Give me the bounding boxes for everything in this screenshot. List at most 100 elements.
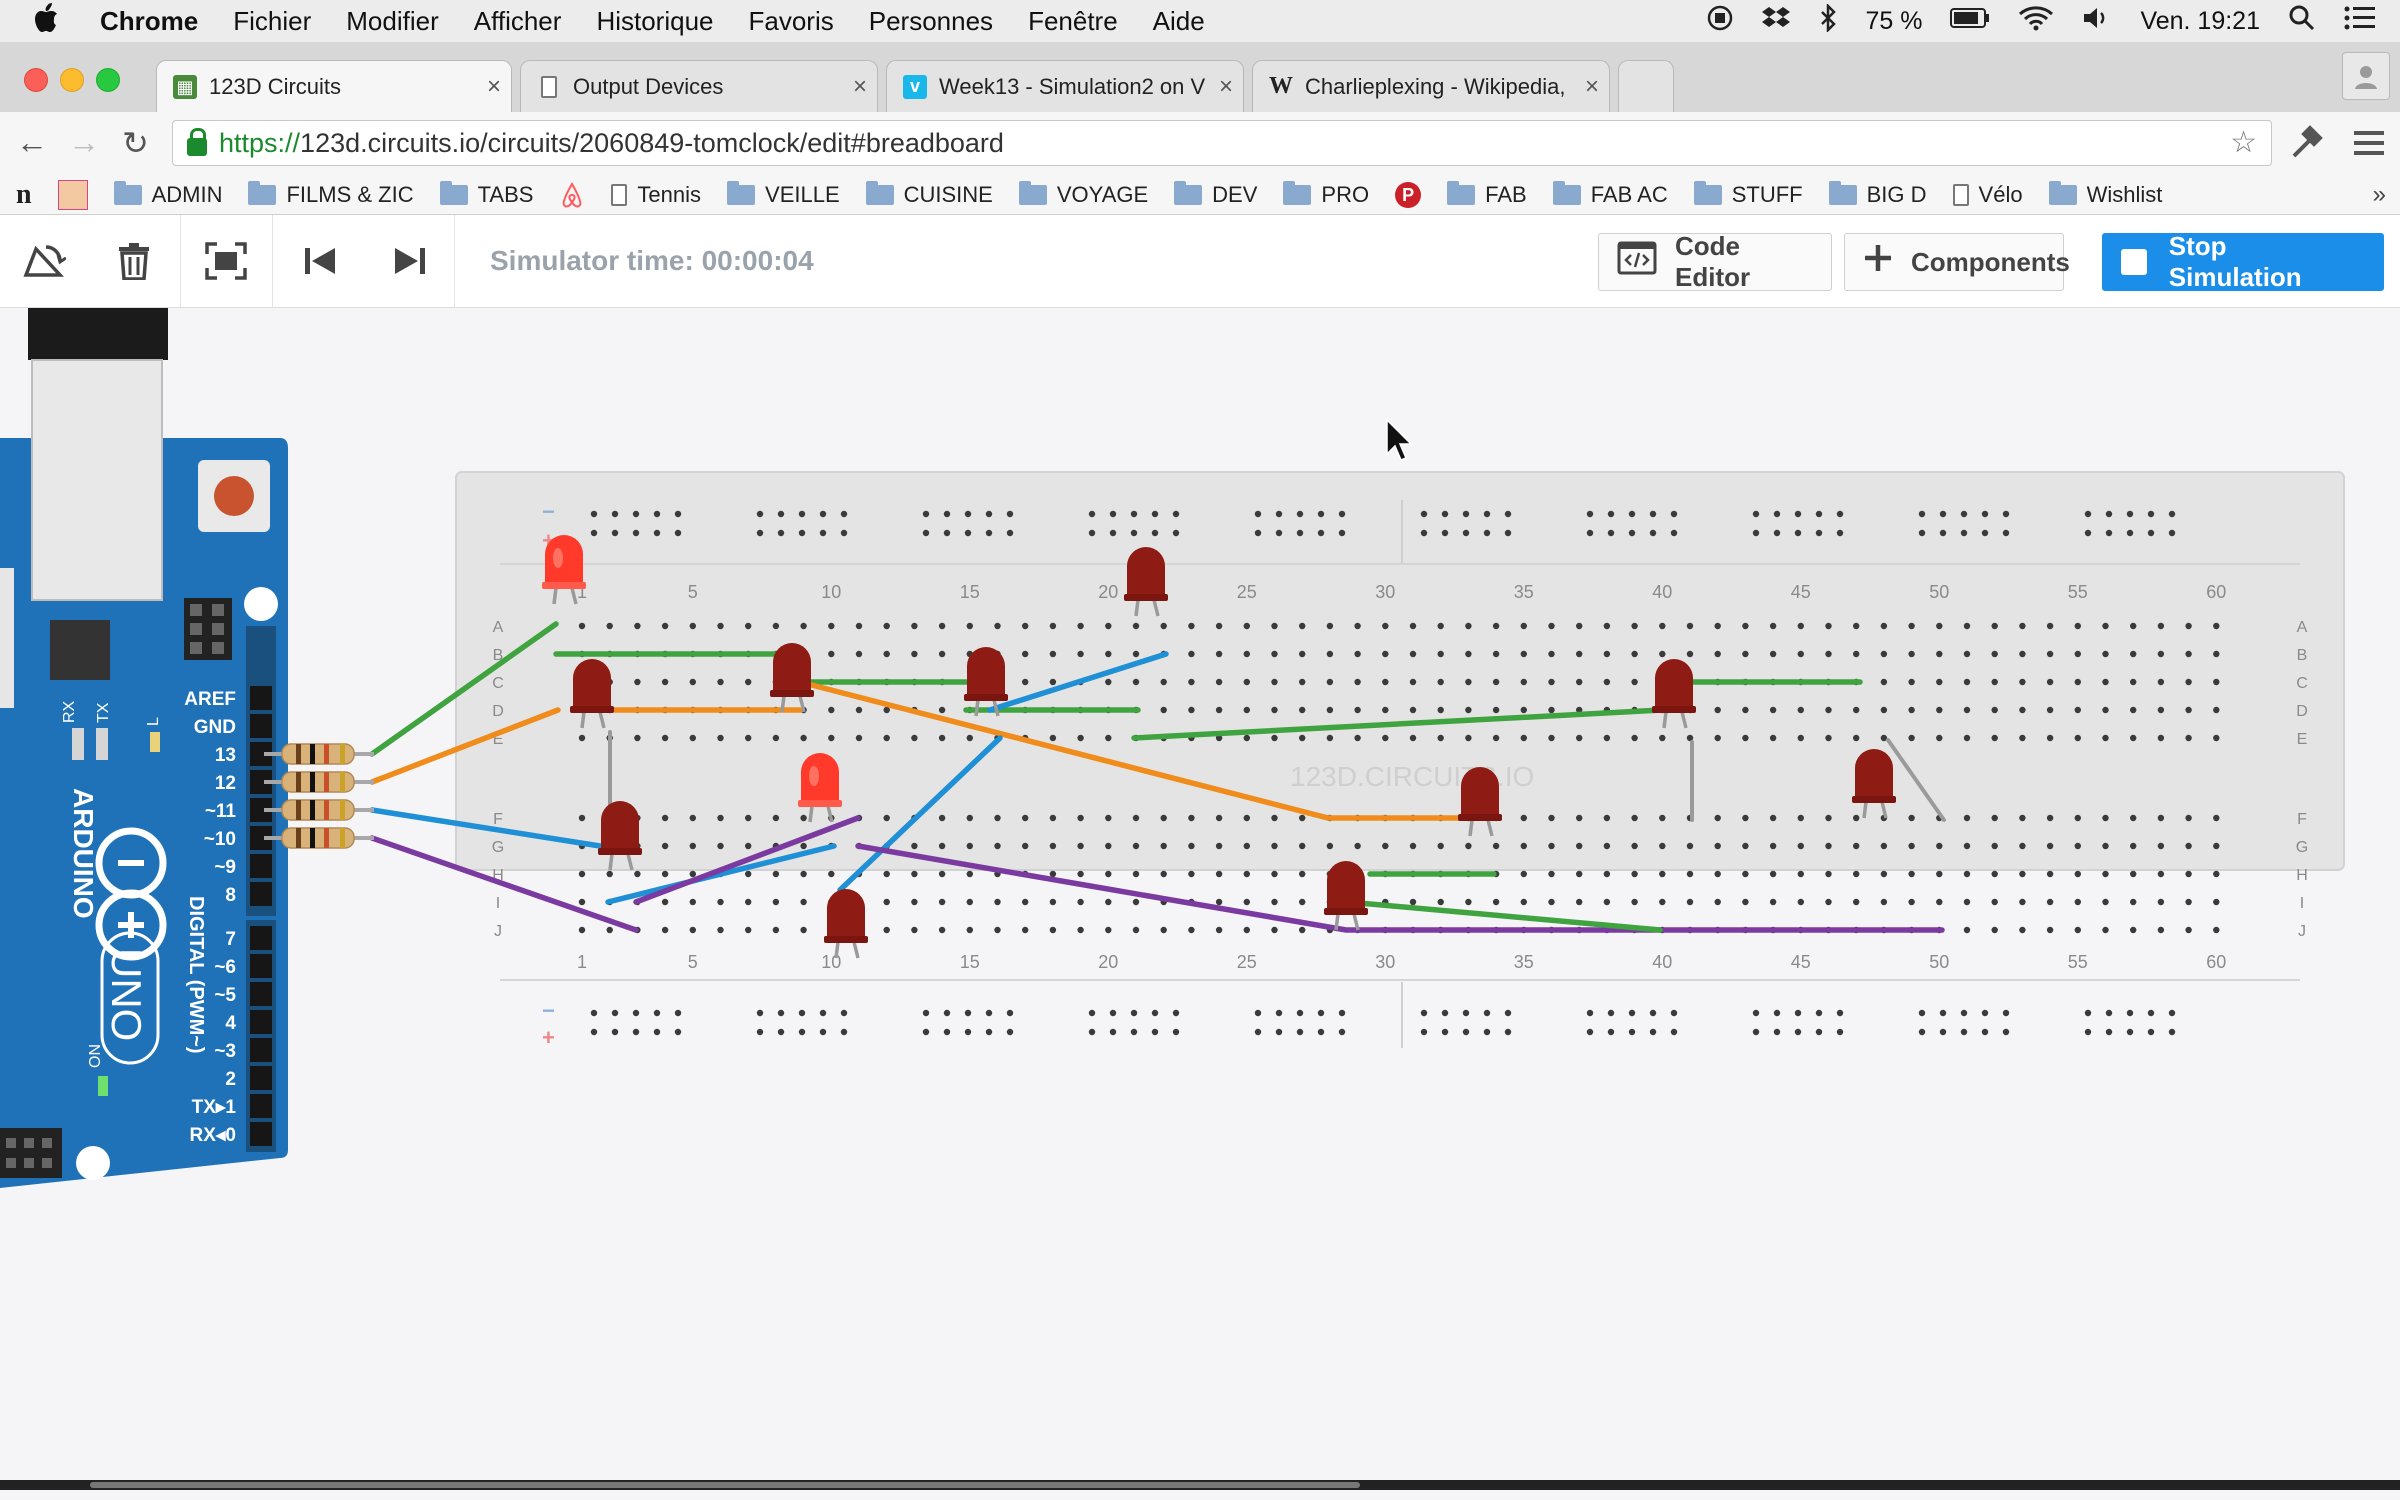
window-zoom-button[interactable] xyxy=(96,68,120,92)
rail-hole xyxy=(2002,1009,2010,1017)
bookmark-label: VOYAGE xyxy=(1056,182,1149,207)
breadboard-hole xyxy=(938,926,946,934)
notification-center-icon[interactable] xyxy=(2344,5,2376,38)
circuit-svg[interactable]: RX TX L ON ARDUINO UNO DIGITAL (PWM~) AR… xyxy=(0,308,2400,1480)
breadboard-canvas[interactable]: RX TX L ON ARDUINO UNO DIGITAL (PWM~) AR… xyxy=(0,308,2400,1490)
rail-hole xyxy=(1939,510,1947,518)
window-close-button[interactable] xyxy=(24,68,48,92)
bookmark-folder-cuisine[interactable]: CUISINE xyxy=(865,181,993,208)
tab-close-icon[interactable]: × xyxy=(477,73,511,101)
bookmark-tennis[interactable]: Tennis xyxy=(611,182,701,208)
spotlight-search-icon[interactable] xyxy=(2288,4,2316,39)
breadboard-hole xyxy=(1908,814,1915,822)
components-button[interactable]: Components xyxy=(1844,233,2070,291)
bookmark-airbnb[interactable] xyxy=(559,181,585,209)
dropbox-icon[interactable] xyxy=(1761,5,1791,38)
menu-modifier[interactable]: Modifier xyxy=(346,6,438,37)
rail-hole xyxy=(1752,1028,1760,1036)
bookmark-folder-fab-ac[interactable]: FAB AC xyxy=(1552,181,1668,208)
menu-aide[interactable]: Aide xyxy=(1153,6,1205,37)
horizontal-scrollbar[interactable] xyxy=(0,1480,2400,1490)
rail-hole xyxy=(1462,1028,1470,1036)
bookmark-folder-pro[interactable]: PRO xyxy=(1283,181,1370,208)
tab-close-icon[interactable]: × xyxy=(1209,73,1243,101)
bluetooth-icon[interactable] xyxy=(1819,2,1837,39)
breadboard-hole xyxy=(772,898,780,906)
bookmark-folder-big-d[interactable]: BIG D xyxy=(1828,181,1927,208)
breadboard-hole xyxy=(1825,650,1832,658)
chrome-menu-icon[interactable] xyxy=(2354,128,2384,163)
battery-percent[interactable]: 75 % xyxy=(1865,7,1922,36)
tab-close-icon[interactable]: × xyxy=(1575,73,1609,101)
trash-icon[interactable] xyxy=(110,237,158,285)
tab-123d-circuits[interactable]: ▦ 123D Circuits × xyxy=(156,60,512,113)
arduino-uno[interactable]: RX TX L ON ARDUINO UNO DIGITAL (PWM~) AR… xyxy=(0,308,288,1188)
bookmarks-overflow-chevron-icon[interactable]: » xyxy=(2373,181,2386,209)
menu-afficher[interactable]: Afficher xyxy=(474,6,562,37)
menu-favoris[interactable]: Favoris xyxy=(749,6,834,37)
window-minimize-button[interactable] xyxy=(60,68,84,92)
breadboard-hole xyxy=(1742,842,1749,850)
led[interactable] xyxy=(1324,861,1368,931)
step-back-icon[interactable] xyxy=(296,237,344,285)
bookmark-notion[interactable]: n xyxy=(16,179,32,211)
rail-hole xyxy=(819,1028,827,1036)
rail-hole xyxy=(590,1028,598,1036)
back-arrow-icon[interactable]: ← xyxy=(16,124,48,161)
header-strip xyxy=(246,626,276,916)
stop-simulation-button[interactable]: Stop Simulation xyxy=(2102,231,2384,292)
rail-hole xyxy=(1483,529,1491,537)
forward-arrow-icon[interactable]: → xyxy=(68,124,100,161)
bookmark-folder-voyage[interactable]: VOYAGE xyxy=(1018,181,1149,208)
rail-hole xyxy=(1462,529,1470,537)
tab-week13-simulation[interactable]: v Week13 - Simulation2 on V × xyxy=(886,60,1244,112)
bookmark-folder-admin[interactable]: ADMIN xyxy=(113,181,222,208)
bookmark-pinterest[interactable]: P xyxy=(1395,182,1422,208)
wifi-icon[interactable] xyxy=(2018,5,2054,38)
led[interactable] xyxy=(824,889,868,959)
tab-charlieplexing-wikipedia[interactable]: W Charlieplexing - Wikipedia, × xyxy=(1252,60,1610,112)
url-field[interactable]: https://123d.circuits.io/circuits/206084… xyxy=(172,120,2272,166)
eyedropper-extension-icon[interactable] xyxy=(2288,122,2324,167)
rail-hole xyxy=(1504,1009,1512,1017)
record-icon[interactable] xyxy=(1707,5,1733,38)
menu-fenetre[interactable]: Fenêtre xyxy=(1028,6,1118,37)
bookmark-folder-wishlist[interactable]: Wishlist xyxy=(2048,181,2162,208)
battery-icon[interactable] xyxy=(1950,7,1990,36)
breadboard-hole xyxy=(1797,814,1805,822)
breadboard[interactable]: 123D.CIRCUITS.IO − + − + 115510101515202… xyxy=(455,471,2345,1050)
tab-output-devices[interactable]: Output Devices × xyxy=(520,60,878,112)
bookmark-avatar[interactable] xyxy=(57,180,88,210)
column-number: 35 xyxy=(1514,582,1534,602)
breadboard-hole xyxy=(1437,650,1444,658)
bookmark-folder-fab[interactable]: FAB xyxy=(1447,181,1527,208)
menu-historique[interactable]: Historique xyxy=(596,6,713,37)
bookmark-folder-stuff[interactable]: STUFF xyxy=(1693,181,1803,208)
menubar-clock[interactable]: Ven. 19:21 xyxy=(2140,7,2260,36)
rotate-icon[interactable] xyxy=(20,237,68,285)
bookmark-folder-dev[interactable]: DEV xyxy=(1174,181,1257,208)
bookmark-folder-veille[interactable]: VEILLE xyxy=(727,181,840,208)
volume-icon[interactable] xyxy=(2082,5,2112,38)
rail-hole xyxy=(632,1009,640,1017)
step-forward-icon[interactable] xyxy=(386,237,434,285)
fit-to-screen-icon[interactable] xyxy=(202,237,250,285)
profile-icon[interactable] xyxy=(2342,52,2390,100)
bookmark-label: PRO xyxy=(1321,182,1370,207)
bookmark-folder-films-zic[interactable]: FILMS & ZIC xyxy=(248,181,414,208)
reload-icon[interactable]: ↻ xyxy=(122,124,149,162)
code-editor-button[interactable]: Code Editor xyxy=(1598,231,1832,292)
new-tab-button[interactable] xyxy=(1618,60,1674,112)
breadboard-hole xyxy=(1714,734,1721,742)
scrollbar-thumb[interactable] xyxy=(90,1482,1360,1488)
apple-icon[interactable] xyxy=(34,2,74,41)
bookmark-folder-tabs[interactable]: TABS xyxy=(439,181,533,208)
breadboard-hole xyxy=(2046,898,2054,906)
menu-fichier[interactable]: Fichier xyxy=(233,6,311,37)
bookmark-velo[interactable]: Vélo xyxy=(1952,182,2023,208)
menu-app-name[interactable]: Chrome xyxy=(100,6,198,37)
menu-personnes[interactable]: Personnes xyxy=(869,6,993,37)
tab-close-icon[interactable]: × xyxy=(843,73,877,101)
wire-green[interactable] xyxy=(1345,899,1663,933)
bookmark-star-icon[interactable]: ☆ xyxy=(2230,125,2257,160)
